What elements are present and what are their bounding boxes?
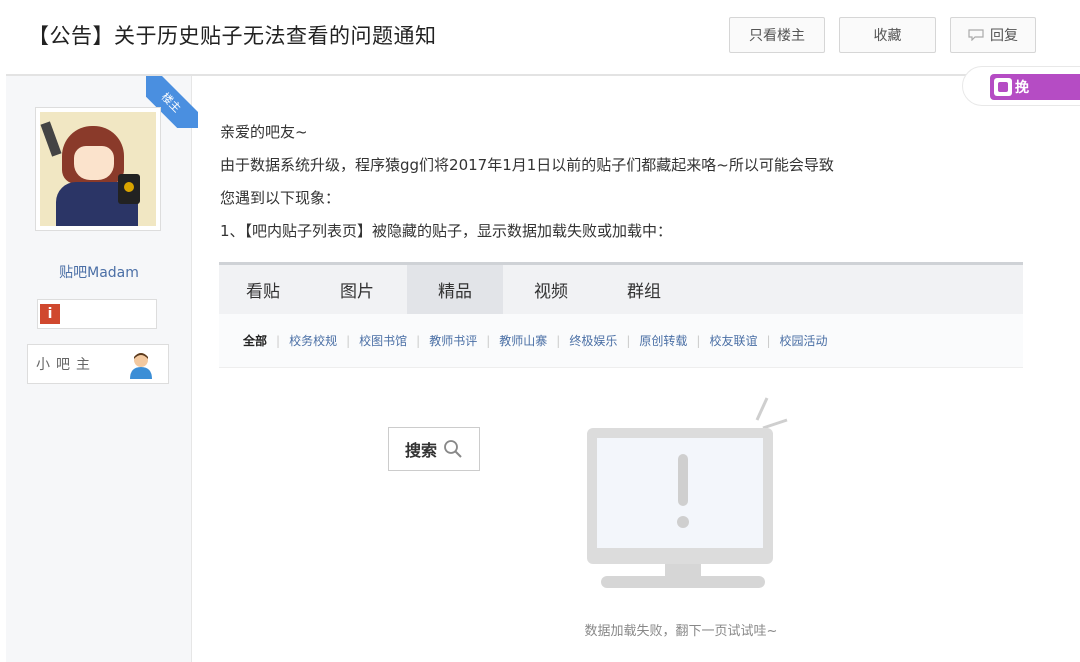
help-label: 挽 <box>1015 80 1029 96</box>
user-icon <box>130 353 152 379</box>
role-label: 小吧主 <box>36 357 96 373</box>
tab-videos[interactable]: 视频 <box>503 265 599 314</box>
favorite-label: 收藏 <box>873 28 902 44</box>
error-monitor-icon <box>587 397 788 588</box>
content-line: 亲爱的吧友~ <box>220 123 308 141</box>
avatar-image <box>40 112 156 226</box>
author-sidebar: 楼主 贴吧Madam i 小吧主 <box>6 76 198 662</box>
tab-images[interactable]: 图片 <box>307 265 407 314</box>
info-icon: i <box>40 304 60 324</box>
subnav-item[interactable]: 全部 <box>243 332 267 349</box>
post-title: 【公告】关于历史贴子无法查看的问题通知 <box>28 24 437 48</box>
subnav-item[interactable]: 原创转载 <box>639 332 687 349</box>
only-owner-label: 只看楼主 <box>749 28 805 44</box>
search-button[interactable]: 搜索 <box>388 427 480 471</box>
favorite-button[interactable]: 收藏 <box>839 17 936 53</box>
avatar[interactable] <box>35 107 161 231</box>
tab-featured[interactable]: 精品 <box>407 265 503 314</box>
error-message: 数据加载失败，翻下一页试试哇~ <box>584 624 778 639</box>
category-subnav: 全部 | 校务校规 | 校图书馆 | 教师书评 | 教师山寨 | 终极娱乐 | 原创转载 | … <box>219 314 1023 368</box>
content-line: 由于数据系统升级，程序猿gg们将2017年1月1日以前的贴子们都藏起来咯~所以可… <box>220 156 834 174</box>
search-label: 搜索 <box>404 441 437 460</box>
subnav-item[interactable]: 校友联谊 <box>709 332 757 349</box>
subnav-item[interactable]: 教师山寨 <box>499 332 547 349</box>
search-icon <box>444 440 462 458</box>
reply-button[interactable]: 回复 <box>950 17 1036 53</box>
comment-icon <box>968 29 984 41</box>
subnav-item[interactable]: 教师书评 <box>429 332 477 349</box>
content-line: 您遇到以下现象： <box>220 189 341 207</box>
tab-groups[interactable]: 群组 <box>599 265 689 314</box>
content-line: 1、【吧内贴子列表页】被隐藏的贴子，显示数据加载失败或加载中： <box>220 222 673 240</box>
subnav-item[interactable]: 校图书馆 <box>359 332 407 349</box>
subnav-item[interactable]: 终极娱乐 <box>569 332 617 349</box>
reply-label: 回复 <box>990 28 1018 44</box>
tab-posts[interactable]: 看贴 <box>219 265 307 314</box>
help-icon <box>994 78 1012 96</box>
role-badge: 小吧主 <box>27 344 169 384</box>
only-owner-button[interactable]: 只看楼主 <box>729 17 825 53</box>
level-badge[interactable]: i <box>37 299 157 329</box>
forum-tabs: 看贴 图片 精品 视频 群组 <box>219 262 1023 314</box>
subnav-item[interactable]: 校园活动 <box>780 332 828 349</box>
subnav-item[interactable]: 校务校规 <box>289 332 337 349</box>
help-badge[interactable]: 挽 <box>990 74 1080 100</box>
embedded-screenshot: 看贴 图片 精品 视频 群组 全部 | 校务校规 | 校图书馆 | 教师书评 | 教师山… <box>219 262 1023 652</box>
username-link[interactable]: 贴吧Madam <box>6 262 192 282</box>
